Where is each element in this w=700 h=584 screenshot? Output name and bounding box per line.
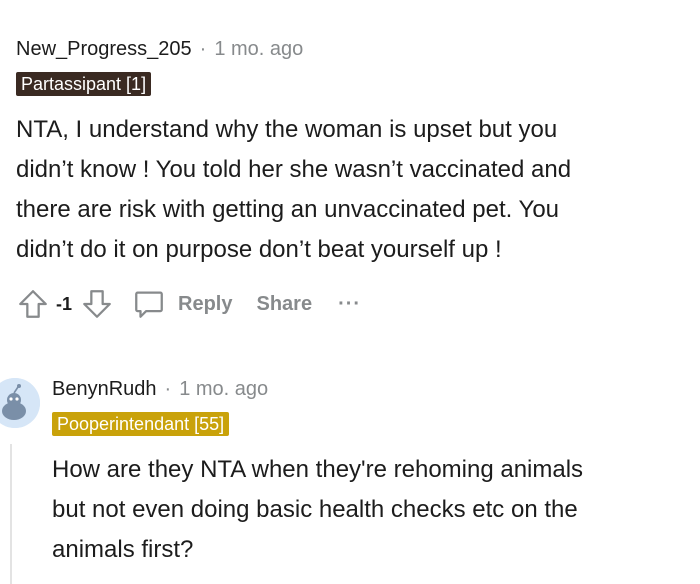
comment-bubble-icon bbox=[132, 287, 166, 321]
comment-meta: BenynRudh · 1 mo. ago bbox=[52, 374, 692, 404]
comment-line: NTA, I understand why the woman is upset… bbox=[16, 116, 558, 143]
comment-meta: New_Progress_205 · 1 mo. ago bbox=[16, 34, 686, 64]
comment-benynrudh: BenynRudh · 1 mo. ago Pooperintendant [5… bbox=[0, 374, 700, 584]
comment-actions: -1 Reply Share ··· bbox=[16, 286, 686, 322]
comment-body: NTA, I understand why the woman is upset… bbox=[16, 110, 686, 270]
thread-line[interactable] bbox=[10, 444, 12, 584]
comment-body: How are they NTA when they're rehoming a… bbox=[52, 450, 692, 570]
comment-line: How are they NTA when they're rehoming a… bbox=[52, 456, 584, 483]
meta-separator: · bbox=[199, 37, 207, 60]
comment-new-progress: New_Progress_205 · 1 mo. ago Partassipan… bbox=[16, 34, 686, 322]
share-button[interactable]: Share bbox=[256, 293, 312, 316]
user-flair: Pooperintendant [55] bbox=[52, 412, 230, 436]
upvote-icon[interactable] bbox=[16, 287, 50, 321]
comment-line: didn’t know ! You told her she wasn’t va… bbox=[16, 156, 572, 183]
comment-line: animals first? bbox=[52, 536, 194, 563]
reply-button[interactable]: Reply bbox=[132, 287, 232, 321]
comment-timestamp[interactable]: 1 mo. ago bbox=[214, 38, 303, 61]
comment-timestamp[interactable]: 1 mo. ago bbox=[179, 378, 268, 401]
avatar[interactable] bbox=[0, 378, 40, 428]
comment-author[interactable]: BenynRudh bbox=[52, 378, 157, 401]
meta-separator: · bbox=[164, 377, 172, 400]
vote-score: -1 bbox=[56, 293, 73, 314]
user-flair: Partassipant [1] bbox=[16, 72, 152, 96]
comment-line: there are risk with getting an unvaccina… bbox=[16, 196, 560, 223]
comment-author[interactable]: New_Progress_205 bbox=[16, 38, 192, 61]
comment-line: but not even doing basic health checks e… bbox=[52, 496, 578, 523]
more-options-button[interactable]: ··· bbox=[338, 293, 361, 316]
downvote-icon[interactable] bbox=[80, 287, 114, 321]
reply-label: Reply bbox=[178, 292, 233, 315]
comment-content: BenynRudh · 1 mo. ago Pooperintendant [5… bbox=[52, 374, 692, 570]
comment-line: didn’t do it on purpose don’t beat yours… bbox=[16, 236, 502, 263]
